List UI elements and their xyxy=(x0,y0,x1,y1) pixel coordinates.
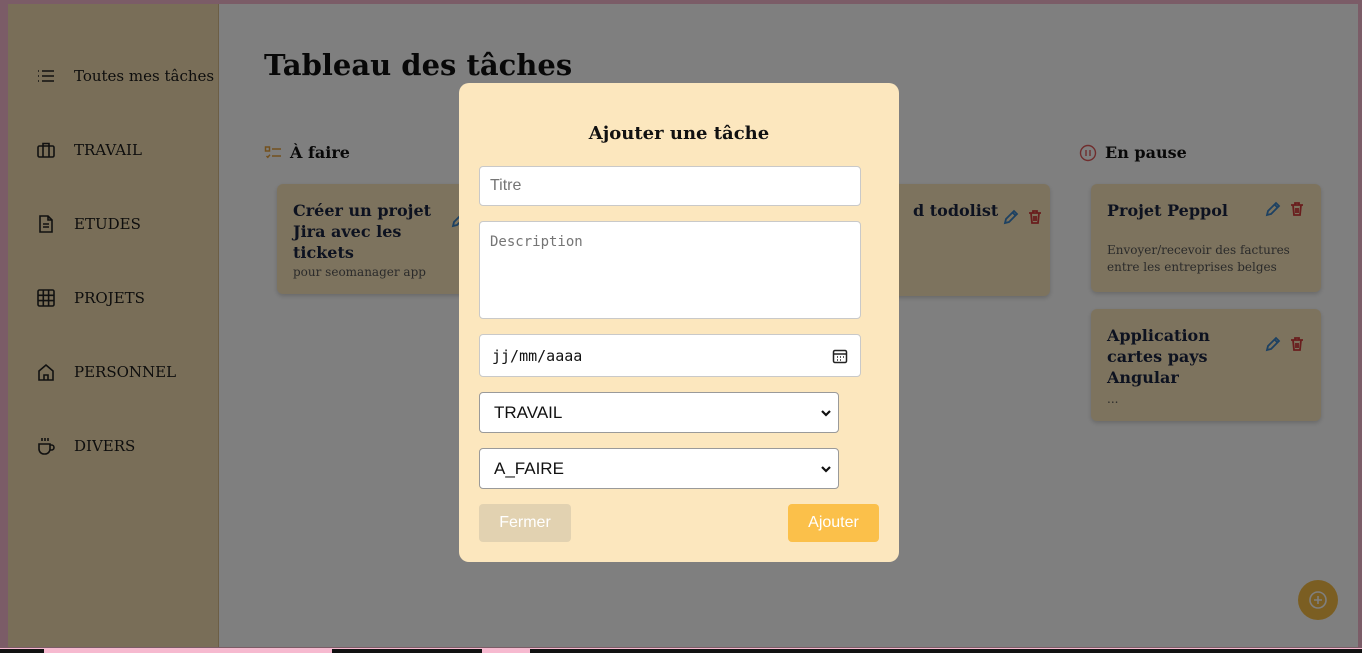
status-select-value: A_FAIRE xyxy=(494,458,564,478)
category-select-value: TRAVAIL xyxy=(494,402,563,422)
description-input[interactable] xyxy=(480,222,860,318)
title-input[interactable] xyxy=(490,167,850,205)
taskbar-strip xyxy=(0,648,1362,653)
taskbar-segment xyxy=(332,649,482,653)
status-select[interactable]: A_FAIRE xyxy=(479,448,839,489)
taskbar-segment xyxy=(0,649,44,653)
add-button[interactable]: Ajouter xyxy=(788,504,879,542)
category-select[interactable]: TRAVAIL xyxy=(479,392,839,433)
date-placeholder: jj/mm/aaaa xyxy=(492,346,583,365)
title-field[interactable] xyxy=(479,166,861,206)
date-field[interactable]: jj/mm/aaaa xyxy=(479,334,861,377)
chevron-down-icon xyxy=(821,409,831,417)
close-button[interactable]: Fermer xyxy=(479,504,571,542)
taskbar-segment xyxy=(530,649,1362,653)
calendar-icon[interactable] xyxy=(832,348,848,364)
modal-title: Ajouter une tâche xyxy=(588,123,770,144)
description-field[interactable] xyxy=(479,221,861,319)
chevron-down-icon xyxy=(821,465,831,473)
add-task-modal: Ajouter une tâche jj/mm/aaaa TRAVAIL A_F… xyxy=(459,83,899,562)
